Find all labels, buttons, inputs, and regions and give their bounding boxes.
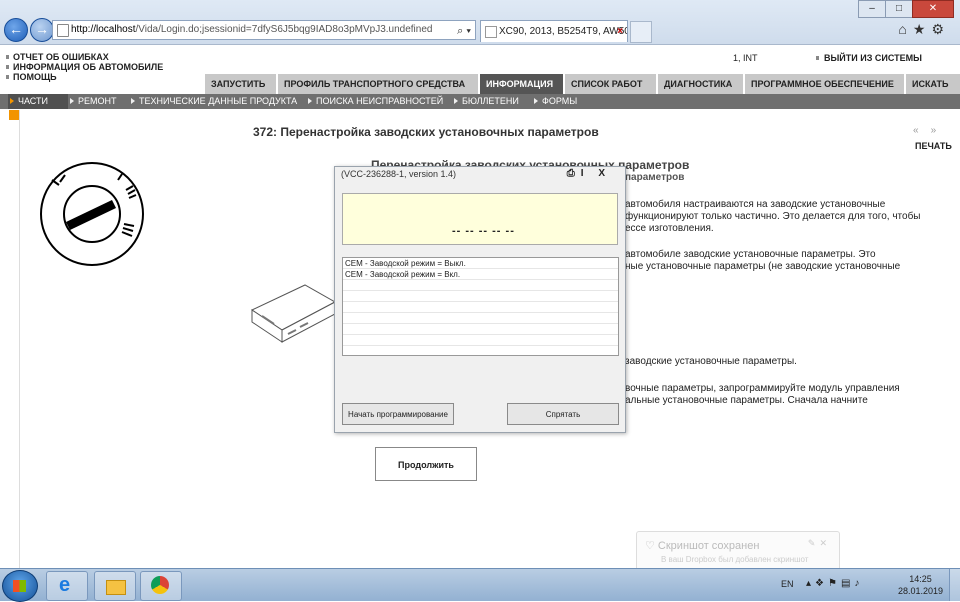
address-path: /Vida/Login.do;jsessionid=7dfyS6J5bqg9IA… — [135, 24, 433, 35]
print-link[interactable]: ПЕЧАТЬ — [915, 141, 952, 151]
search-icon[interactable]: ⌕ ▾ — [457, 22, 471, 39]
next-page-icon[interactable]: » — [931, 125, 949, 136]
browser-tab[interactable]: XC90, 2013, B5254T9, AW50... × — [480, 20, 628, 42]
page-icon — [57, 24, 69, 37]
page-title: 372: Перенастройка заводских установочны… — [253, 125, 599, 139]
dialog-close-icon[interactable]: I X — [581, 168, 611, 179]
notification-controls: ✎✕ — [808, 538, 831, 549]
tab-title: XC90, 2013, B5254T9, AW50... — [499, 26, 628, 37]
minimize-icon[interactable]: – — [858, 0, 886, 18]
show-desktop-button[interactable] — [949, 569, 960, 601]
print-icon[interactable]: ⎙ — [567, 168, 581, 179]
internet-explorer-icon[interactable] — [46, 571, 88, 601]
subtab-forms[interactable]: ФОРМЫ — [532, 94, 577, 109]
tray-arrow-icon[interactable]: ▴ — [806, 578, 815, 589]
settings-icon[interactable]: ✎ — [808, 538, 820, 548]
doc-paragraph: ные установочные параметры (не заводские… — [625, 261, 901, 272]
sidebar-divider — [19, 110, 20, 570]
clock[interactable]: 14:25 28.01.2019 — [898, 573, 943, 597]
settings-gear-icon[interactable]: ⚙ — [931, 21, 950, 37]
parameter-list[interactable]: CEM - Заводской режим = Выкл. CEM - Заво… — [342, 257, 619, 356]
programming-dialog: (VCC-236288-1, version 1.4) ⎙I X -- -- -… — [334, 166, 626, 433]
subtab-bulletins[interactable]: БЮЛЛЕТЕНИ — [452, 94, 519, 109]
continue-button[interactable]: Продолжить — [375, 447, 477, 481]
browser-tools: ⌂★⚙ — [898, 21, 950, 38]
clock-date: 28.01.2019 — [898, 586, 944, 596]
back-button[interactable]: ← — [4, 18, 28, 42]
list-item[interactable]: CEM - Заводской режим = Вкл. — [343, 269, 618, 280]
clock-time: 14:25 — [909, 574, 932, 584]
main-tabs: ЗАПУСТИТЬ ПРОФИЛЬ ТРАНСПОРТНОГО СРЕДСТВА… — [0, 74, 960, 94]
address-host: http://localhost — [71, 24, 136, 35]
taskbar: EN ▴❖⚑▤♪ 14:25 28.01.2019 — [0, 568, 960, 602]
forward-button[interactable]: → — [30, 18, 54, 42]
doc-subheading: параметров — [625, 172, 685, 183]
sub-tabs: ЧАСТИ РЕМОНТ ТЕХНИЧЕСКИЕ ДАННЫЕ ПРОДУКТА… — [0, 94, 960, 109]
dropbox-icon[interactable]: ❖ — [815, 578, 828, 589]
control-module-icon — [250, 284, 337, 343]
doc-paragraph: заводские установочные параметры. — [625, 356, 797, 367]
status-display: -- -- -- -- -- — [342, 193, 618, 245]
notification-title: ♡ Скриншот сохранен — [645, 540, 760, 552]
status-display-value: -- -- -- -- -- — [452, 225, 515, 237]
address-bar[interactable]: http://localhost/Vida/Login.do;jsessioni… — [52, 20, 476, 40]
tab-software[interactable]: ПРОГРАММНОЕ ОБЕСПЕЧЕНИЕ — [744, 74, 904, 94]
system-tray: ▴❖⚑▤♪ — [806, 578, 863, 589]
tab-work-list[interactable]: СПИСОК РАБОТ — [564, 74, 656, 94]
window-controls: – □ ✕ — [858, 0, 954, 18]
network-icon[interactable]: ▤ — [841, 578, 854, 589]
tab-favicon-icon — [485, 26, 497, 38]
menu-error-report[interactable]: ОТЧЕТ ОБ ОШИБКАХ — [6, 52, 163, 62]
tab-close-icon[interactable]: × — [617, 21, 623, 42]
subtab-parts[interactable]: ЧАСТИ — [8, 94, 68, 109]
close-icon[interactable]: ✕ — [819, 538, 831, 548]
start-programming-button[interactable]: Начать программирование — [342, 403, 454, 425]
volume-icon[interactable]: ♪ — [854, 578, 863, 589]
subtab-product-data[interactable]: ТЕХНИЧЕСКИЕ ДАННЫЕ ПРОДУКТА — [129, 94, 297, 109]
logout-link[interactable]: ВЫЙТИ ИЗ СИСТЕМЫ — [816, 53, 922, 63]
tab-information[interactable]: ИНФОРМАЦИЯ — [479, 74, 563, 94]
notification-message: В ваш Dropbox был добавлен скриншот — [661, 555, 809, 564]
maximize-icon[interactable]: □ — [885, 0, 913, 18]
flag-icon[interactable]: ⚑ — [828, 578, 841, 589]
browser-toolbar: ← → http://localhost/Vida/Login.do;jsess… — [0, 0, 960, 45]
pager: «» — [913, 125, 948, 136]
tab-search[interactable]: ИСКАТЬ — [905, 74, 960, 94]
doc-paragraph: альные установочные параметры. Сначала н… — [625, 395, 868, 406]
tab-vehicle-profile[interactable]: ПРОФИЛЬ ТРАНСПОРТНОГО СРЕДСТВА — [277, 74, 478, 94]
favorites-icon[interactable]: ★ — [913, 21, 932, 37]
expand-sidebar-icon[interactable] — [9, 110, 19, 120]
start-button[interactable] — [2, 570, 38, 602]
dialog-title: (VCC-236288-1, version 1.4) — [341, 169, 457, 179]
language-indicator[interactable]: EN — [781, 579, 794, 589]
list-item[interactable]: CEM - Заводской режим = Выкл. — [343, 258, 618, 269]
user-label: 1, INT — [733, 53, 758, 63]
doc-paragraph: ессе изготовления. — [625, 223, 714, 234]
menu-vehicle-info[interactable]: ИНФОРМАЦИЯ ОБ АВТОМОБИЛЕ — [6, 62, 163, 72]
home-icon[interactable]: ⌂ — [898, 21, 912, 37]
file-explorer-icon[interactable] — [94, 571, 136, 601]
close-window-icon[interactable]: ✕ — [912, 0, 954, 18]
subtab-repair[interactable]: РЕМОНТ — [68, 94, 117, 109]
new-tab-button[interactable] — [630, 21, 652, 43]
chrome-icon[interactable] — [140, 571, 182, 601]
ignition-switch-icon — [40, 162, 144, 266]
prev-page-icon[interactable]: « — [913, 125, 931, 136]
hide-button[interactable]: Спрятать — [507, 403, 619, 425]
dialog-controls: ⎙I X — [567, 168, 611, 179]
tab-start[interactable]: ЗАПУСТИТЬ — [204, 74, 276, 94]
dropbox-notification[interactable]: ♡ Скриншот сохранен В ваш Dropbox был до… — [636, 531, 840, 571]
tab-diagnostics[interactable]: ДИАГНОСТИКА — [657, 74, 743, 94]
subtab-troubleshooting[interactable]: ПОИСКА НЕИСПРАВНОСТЕЙ — [306, 94, 443, 109]
